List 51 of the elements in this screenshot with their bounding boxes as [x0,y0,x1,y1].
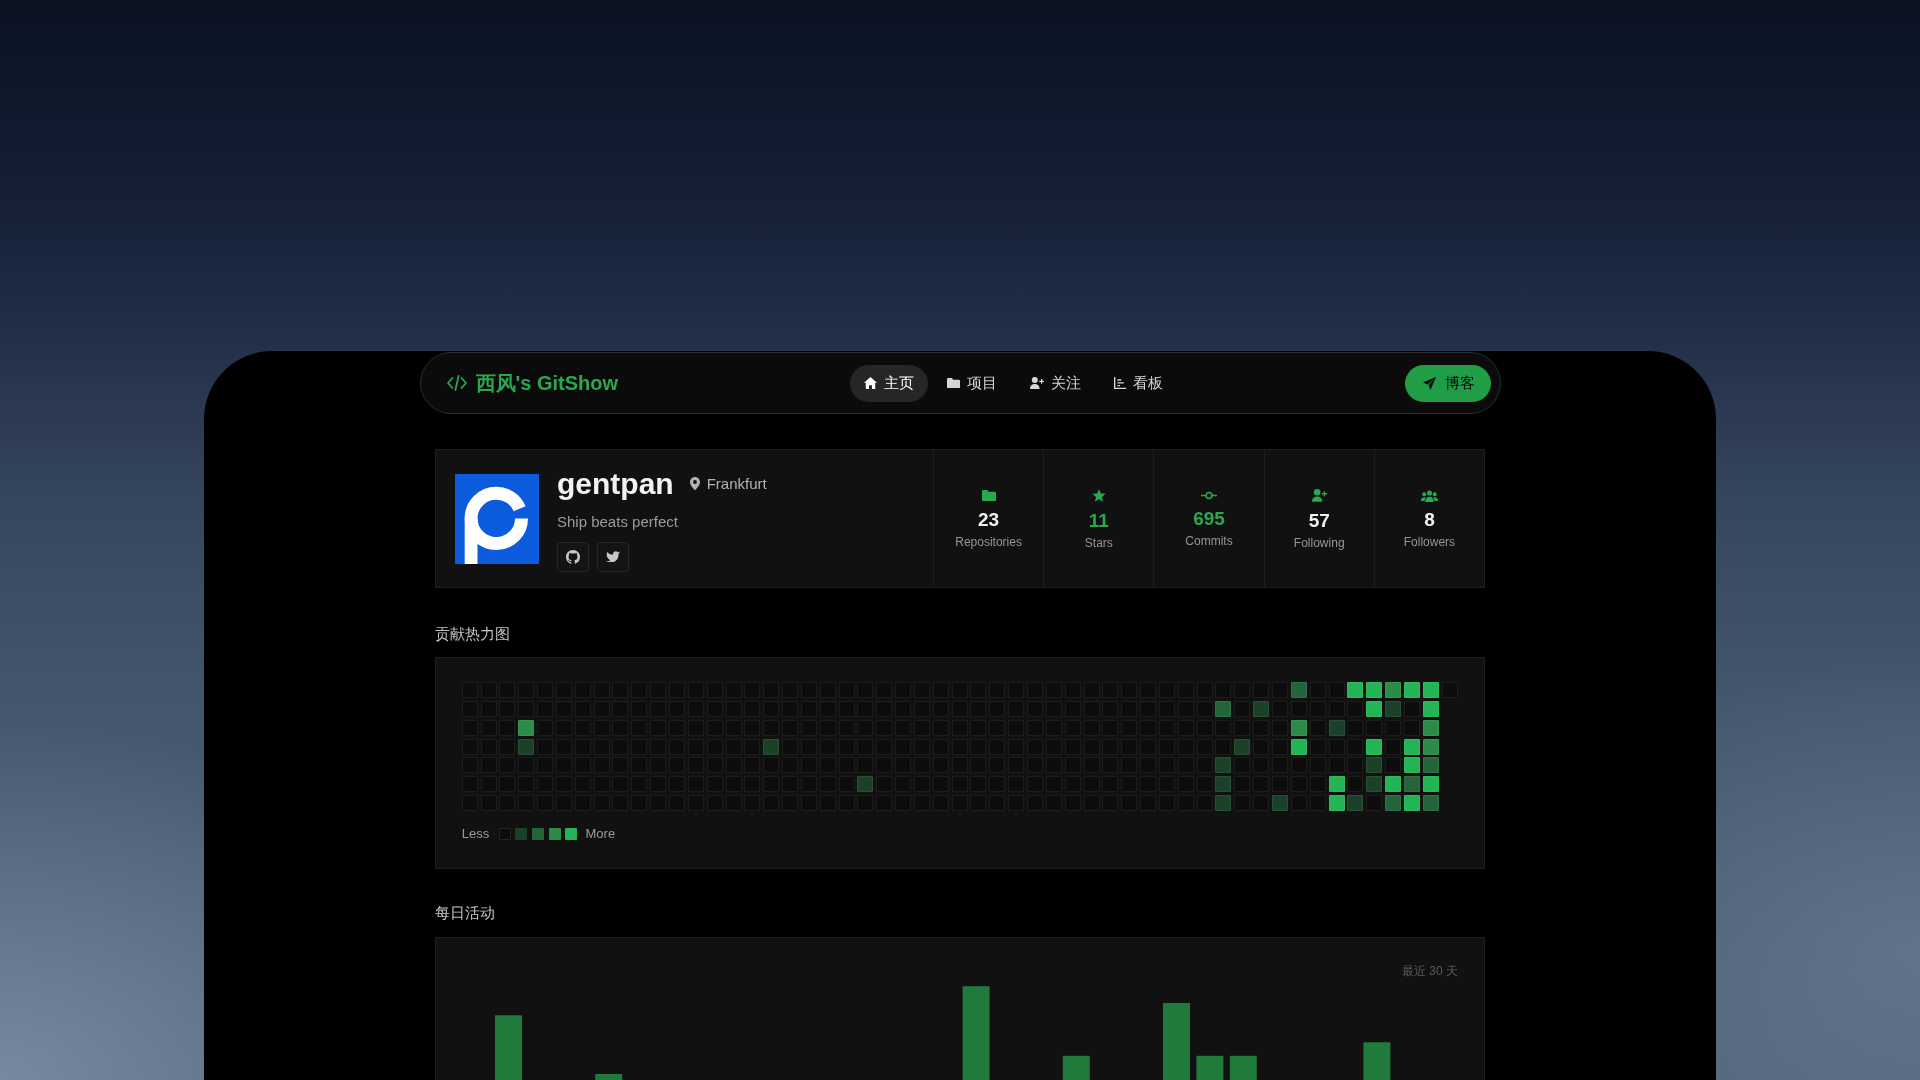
stat-value: 11 [1088,509,1109,532]
stat-label: Followers [1403,534,1456,551]
stat-label: Stars [1084,534,1113,551]
github-icon [566,549,580,564]
stat-label: Following [1293,534,1345,551]
legend-swatch-icon [531,827,544,840]
house-icon [863,376,877,390]
legend-label: Less [461,825,490,842]
nav-tab[interactable]: 关注 [1015,364,1095,402]
twitter-link[interactable] [596,541,629,572]
stat-value: 695 [1193,507,1225,530]
stat-value: 8 [1424,509,1435,532]
blog-button[interactable]: 博客 [1404,364,1491,402]
location-text: Frankfurt [706,473,767,494]
folder-icon [946,377,960,389]
range-label: 最近 30 天 [1402,963,1458,980]
activity-bar [1062,1055,1090,1080]
map-pin-icon [689,476,700,491]
bird-icon [605,550,620,563]
stat-value: 57 [1308,509,1330,532]
legend-swatch-icon [565,827,578,840]
paper-plane-icon [1422,376,1436,390]
commit-icon [1201,491,1217,501]
site-title[interactable]: 西风's GitShow [475,369,619,397]
stat-label: Commits [1185,532,1233,549]
nav-tab[interactable]: 看板 [1099,364,1177,402]
username: gentpan [557,465,674,502]
activity-bar [1229,1055,1257,1080]
nav-tab[interactable]: 主页 [849,364,928,402]
user-plus-icon [1311,489,1327,503]
bar-chart-icon [1113,377,1126,389]
bio-text: Ship beats perfect [557,511,679,532]
activity-bar [1196,1055,1224,1080]
star-icon [1091,489,1106,503]
stat-value: 23 [978,508,1000,531]
legend-swatch-icon [548,827,561,840]
legend-label: More [585,825,616,842]
users-icon [1420,489,1438,502]
legend-swatch-icon [515,827,528,840]
stat-label: Repositories [955,533,1022,550]
section-title: 贡献热力图 [435,625,510,644]
code-icon [446,375,467,391]
nav-tab[interactable]: 项目 [932,364,1011,402]
section-title: 每日活动 [435,904,495,923]
activity-bar [595,1074,623,1080]
folder-icon [981,490,996,502]
legend-swatch-icon [498,827,511,840]
activity-bar [495,1015,522,1080]
activity-bar [1363,1042,1391,1080]
github-link[interactable] [557,541,589,572]
user-plus-icon [1029,377,1044,389]
